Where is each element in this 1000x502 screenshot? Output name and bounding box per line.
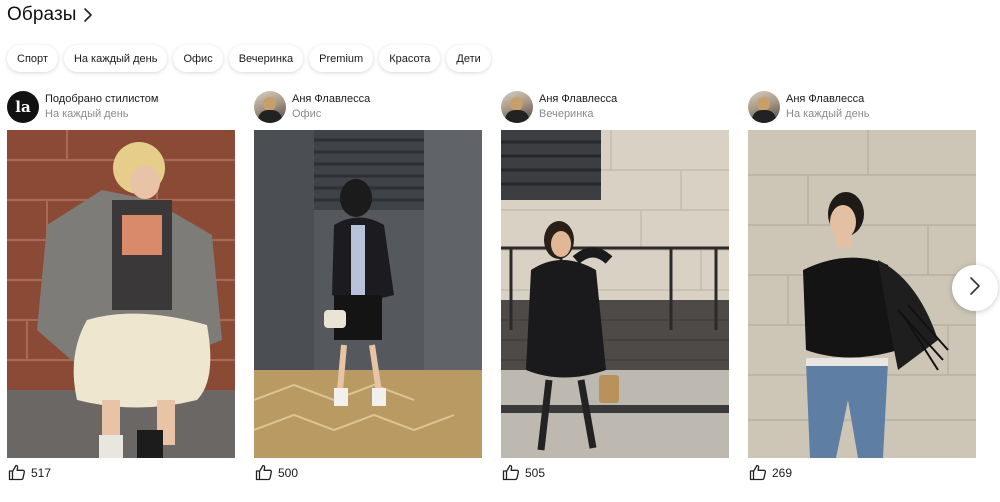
card-category: Вечеринка bbox=[539, 108, 594, 120]
thumbs-up-icon bbox=[255, 464, 273, 481]
card-category: На каждый день bbox=[786, 108, 870, 120]
like-count: 269 bbox=[772, 465, 793, 480]
chip-party[interactable]: Вечеринка bbox=[228, 45, 304, 72]
like-count: 500 bbox=[278, 465, 299, 480]
like-count: 517 bbox=[31, 465, 52, 480]
category-chips: Спорт На каждый день Офис Вечеринка Prem… bbox=[7, 45, 491, 72]
like-button[interactable]: 269 bbox=[749, 464, 792, 481]
looks-carousel: la Подобрано стилистом На каждый день 51… bbox=[7, 90, 993, 490]
like-button[interactable]: 505 bbox=[502, 464, 545, 481]
chip-office[interactable]: Офис bbox=[173, 45, 223, 72]
chevron-right-icon bbox=[83, 7, 93, 23]
card-header[interactable]: la Подобрано стилистом На каждый день bbox=[7, 90, 235, 124]
look-photo[interactable] bbox=[254, 130, 482, 458]
chip-kids[interactable]: Дети bbox=[446, 45, 491, 72]
card-header[interactable]: Аня Флавлесса Офис bbox=[254, 90, 482, 124]
look-card[interactable]: Аня Флавлесса Вечеринка 505 bbox=[501, 90, 729, 490]
thumbs-up-icon bbox=[502, 464, 520, 481]
chip-sport[interactable]: Спорт bbox=[7, 45, 58, 72]
chevron-right-icon bbox=[969, 276, 981, 301]
chip-everyday[interactable]: На каждый день bbox=[63, 45, 168, 72]
author-avatar bbox=[254, 91, 286, 123]
author-avatar bbox=[748, 91, 780, 123]
section-header[interactable]: Образы bbox=[7, 4, 93, 26]
card-author: Аня Флавлесса bbox=[539, 93, 618, 105]
brand-logo-avatar: la bbox=[7, 91, 39, 123]
card-category: Офис bbox=[292, 108, 322, 120]
card-header[interactable]: Аня Флавлесса Вечеринка bbox=[501, 90, 729, 124]
author-avatar bbox=[501, 91, 533, 123]
card-author: Аня Флавлесса bbox=[292, 93, 371, 105]
card-header[interactable]: Аня Флавлесса На каждый день bbox=[748, 90, 976, 124]
look-card[interactable]: Аня Флавлесса Офис 500 bbox=[254, 90, 482, 490]
card-author: Аня Флавлесса bbox=[786, 93, 865, 105]
like-button[interactable]: 500 bbox=[255, 464, 298, 481]
like-button[interactable]: 517 bbox=[8, 464, 51, 481]
look-photo[interactable] bbox=[748, 130, 976, 458]
carousel-next-button[interactable] bbox=[952, 265, 998, 311]
card-author: Подобрано стилистом bbox=[45, 93, 159, 105]
thumbs-up-icon bbox=[749, 464, 767, 481]
thumbs-up-icon bbox=[8, 464, 26, 481]
look-photo[interactable] bbox=[501, 130, 729, 458]
card-category: На каждый день bbox=[45, 108, 129, 120]
section-title: Образы bbox=[7, 4, 77, 25]
like-count: 505 bbox=[525, 465, 546, 480]
chip-premium[interactable]: Premium bbox=[309, 45, 374, 72]
look-card[interactable]: Аня Флавлесса На каждый день 269 bbox=[748, 90, 976, 490]
chip-beauty[interactable]: Красота bbox=[379, 45, 441, 72]
look-photo[interactable] bbox=[7, 130, 235, 458]
look-card[interactable]: la Подобрано стилистом На каждый день 51… bbox=[7, 90, 235, 490]
